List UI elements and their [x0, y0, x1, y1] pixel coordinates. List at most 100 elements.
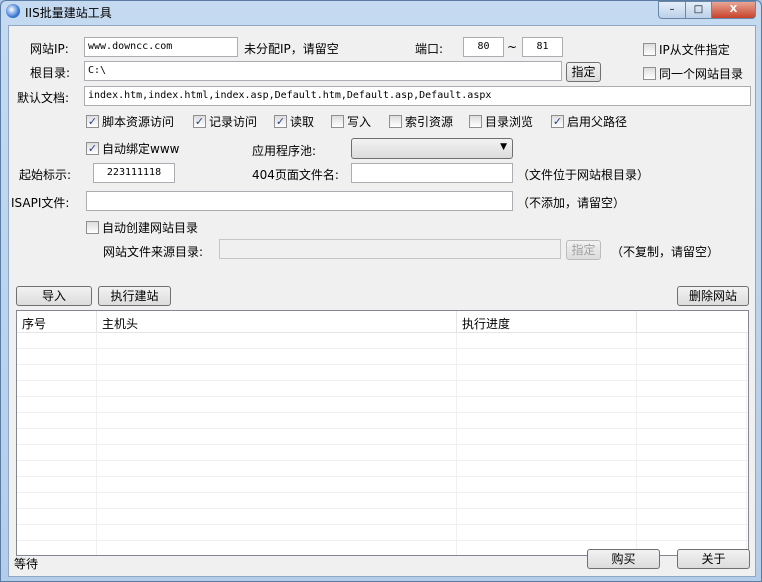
same-dir-checkbox[interactable]: 同一个网站目录: [643, 65, 743, 82]
table-cell: [97, 429, 457, 444]
auto-create-dir-checkbox[interactable]: 自动创建网站目录: [86, 219, 198, 236]
checkbox-label: IP从文件指定: [659, 43, 730, 57]
maximize-button[interactable]: □: [685, 1, 712, 19]
table-cell: [637, 493, 747, 508]
source-browse-button[interactable]: 指定: [566, 240, 601, 260]
isapi-label: ISAPI文件:: [11, 196, 70, 210]
table-cell: [97, 381, 457, 396]
import-button[interactable]: 导入: [16, 286, 92, 306]
table-cell: [637, 365, 747, 380]
table-cell: [17, 413, 97, 428]
table-cell: [457, 397, 637, 412]
perm-log-checkbox[interactable]: ✓ 记录访问: [193, 113, 257, 130]
isapi-input[interactable]: [86, 191, 513, 211]
app-pool-select[interactable]: ▼: [351, 138, 513, 159]
port-from-input[interactable]: 80: [463, 37, 504, 57]
table-cell: [17, 541, 97, 555]
column-header-host[interactable]: 主机头: [97, 311, 457, 332]
table-cell: [457, 349, 637, 364]
table-cell: [457, 445, 637, 460]
perm-parent-path-checkbox[interactable]: ✓ 启用父路径: [551, 113, 627, 130]
close-button[interactable]: X: [711, 1, 756, 19]
table-cell: [97, 413, 457, 428]
table-cell: [97, 541, 457, 555]
checkbox-label: 记录访问: [209, 115, 258, 129]
table-row-empty: [17, 509, 748, 525]
table-cell: [17, 397, 97, 412]
ip-label: 网站IP:: [30, 42, 69, 56]
table-cell: [637, 397, 747, 412]
table-cell: [637, 509, 747, 524]
table-cell: [97, 365, 457, 380]
table-cell: [97, 525, 457, 540]
table-cell: [17, 429, 97, 444]
ip-input[interactable]: www.downcc.com: [84, 37, 238, 57]
checkbox-box: [643, 67, 656, 80]
checkbox-label: 自动绑定www: [102, 142, 180, 156]
table-cell: [457, 333, 637, 348]
source-dir-label: 网站文件来源目录:: [103, 245, 204, 259]
run-button[interactable]: 执行建站: [98, 286, 171, 306]
table-cell: [17, 525, 97, 540]
ip-from-file-checkbox[interactable]: IP从文件指定: [643, 41, 730, 58]
minimize-button[interactable]: –: [658, 1, 686, 19]
table-cell: [17, 381, 97, 396]
sites-table[interactable]: 序号 主机头 执行进度: [16, 310, 749, 556]
table-row-empty: [17, 429, 748, 445]
checkbox-box: [331, 115, 344, 128]
table-cell: [17, 445, 97, 460]
table-cell: [637, 381, 747, 396]
port-to-input[interactable]: 81: [522, 37, 563, 57]
checkbox-label: 自动创建网站目录: [102, 221, 199, 235]
root-label: 根目录:: [30, 66, 71, 80]
table-cell: [637, 349, 747, 364]
app-pool-label: 应用程序池:: [252, 144, 317, 158]
checkbox-box: [643, 43, 656, 56]
start-input[interactable]: 223111118: [93, 163, 175, 183]
isapi-hint: （不添加，请留空）: [517, 196, 626, 210]
buy-button[interactable]: 购买: [587, 549, 660, 569]
default-doc-label: 默认文档:: [17, 91, 70, 105]
delete-site-button[interactable]: 删除网站: [677, 286, 749, 306]
table-cell: [637, 429, 747, 444]
checkbox-label: 同一个网站目录: [659, 67, 744, 81]
page404-input[interactable]: [351, 163, 513, 183]
table-cell: [97, 397, 457, 412]
root-input[interactable]: C:\: [84, 61, 562, 81]
about-button[interactable]: 关于: [677, 549, 750, 569]
source-dir-input[interactable]: [219, 239, 561, 259]
perm-browse-checkbox[interactable]: 目录浏览: [469, 113, 533, 130]
table-cell: [457, 509, 637, 524]
auto-www-checkbox[interactable]: ✓ 自动绑定www: [86, 140, 179, 157]
column-header-index[interactable]: 序号: [17, 311, 97, 332]
table-cell: [17, 461, 97, 476]
check-icon: ✓: [551, 115, 564, 128]
default-doc-input[interactable]: index.htm,index.html,index.asp,Default.h…: [84, 86, 751, 106]
root-browse-button[interactable]: 指定: [566, 62, 601, 82]
table-row-empty: [17, 461, 748, 477]
table-cell: [637, 413, 747, 428]
table-cell: [97, 477, 457, 492]
table-cell: [637, 525, 747, 540]
table-cell: [457, 429, 637, 444]
table-cell: [637, 445, 747, 460]
table-cell: [97, 493, 457, 508]
perm-read-checkbox[interactable]: ✓ 读取: [274, 113, 314, 130]
checkbox-label: 索引资源: [405, 115, 454, 129]
column-header-progress[interactable]: 执行进度: [457, 311, 637, 332]
checkbox-label: 脚本资源访问: [102, 115, 175, 129]
perm-write-checkbox[interactable]: 写入: [331, 113, 371, 130]
table-row-empty: [17, 397, 748, 413]
checkbox-box: [86, 221, 99, 234]
checkbox-label: 目录浏览: [485, 115, 534, 129]
table-cell: [17, 509, 97, 524]
table-cell: [457, 381, 637, 396]
perm-index-checkbox[interactable]: 索引资源: [389, 113, 453, 130]
window-title: IIS批量建站工具: [25, 6, 112, 20]
perm-script-checkbox[interactable]: ✓ 脚本资源访问: [86, 113, 174, 130]
table-cell: [17, 477, 97, 492]
app-globe-icon: [6, 4, 20, 18]
table-cell: [97, 349, 457, 364]
table-cell: [637, 477, 747, 492]
source-hint: （不复制，请留空）: [611, 245, 720, 259]
